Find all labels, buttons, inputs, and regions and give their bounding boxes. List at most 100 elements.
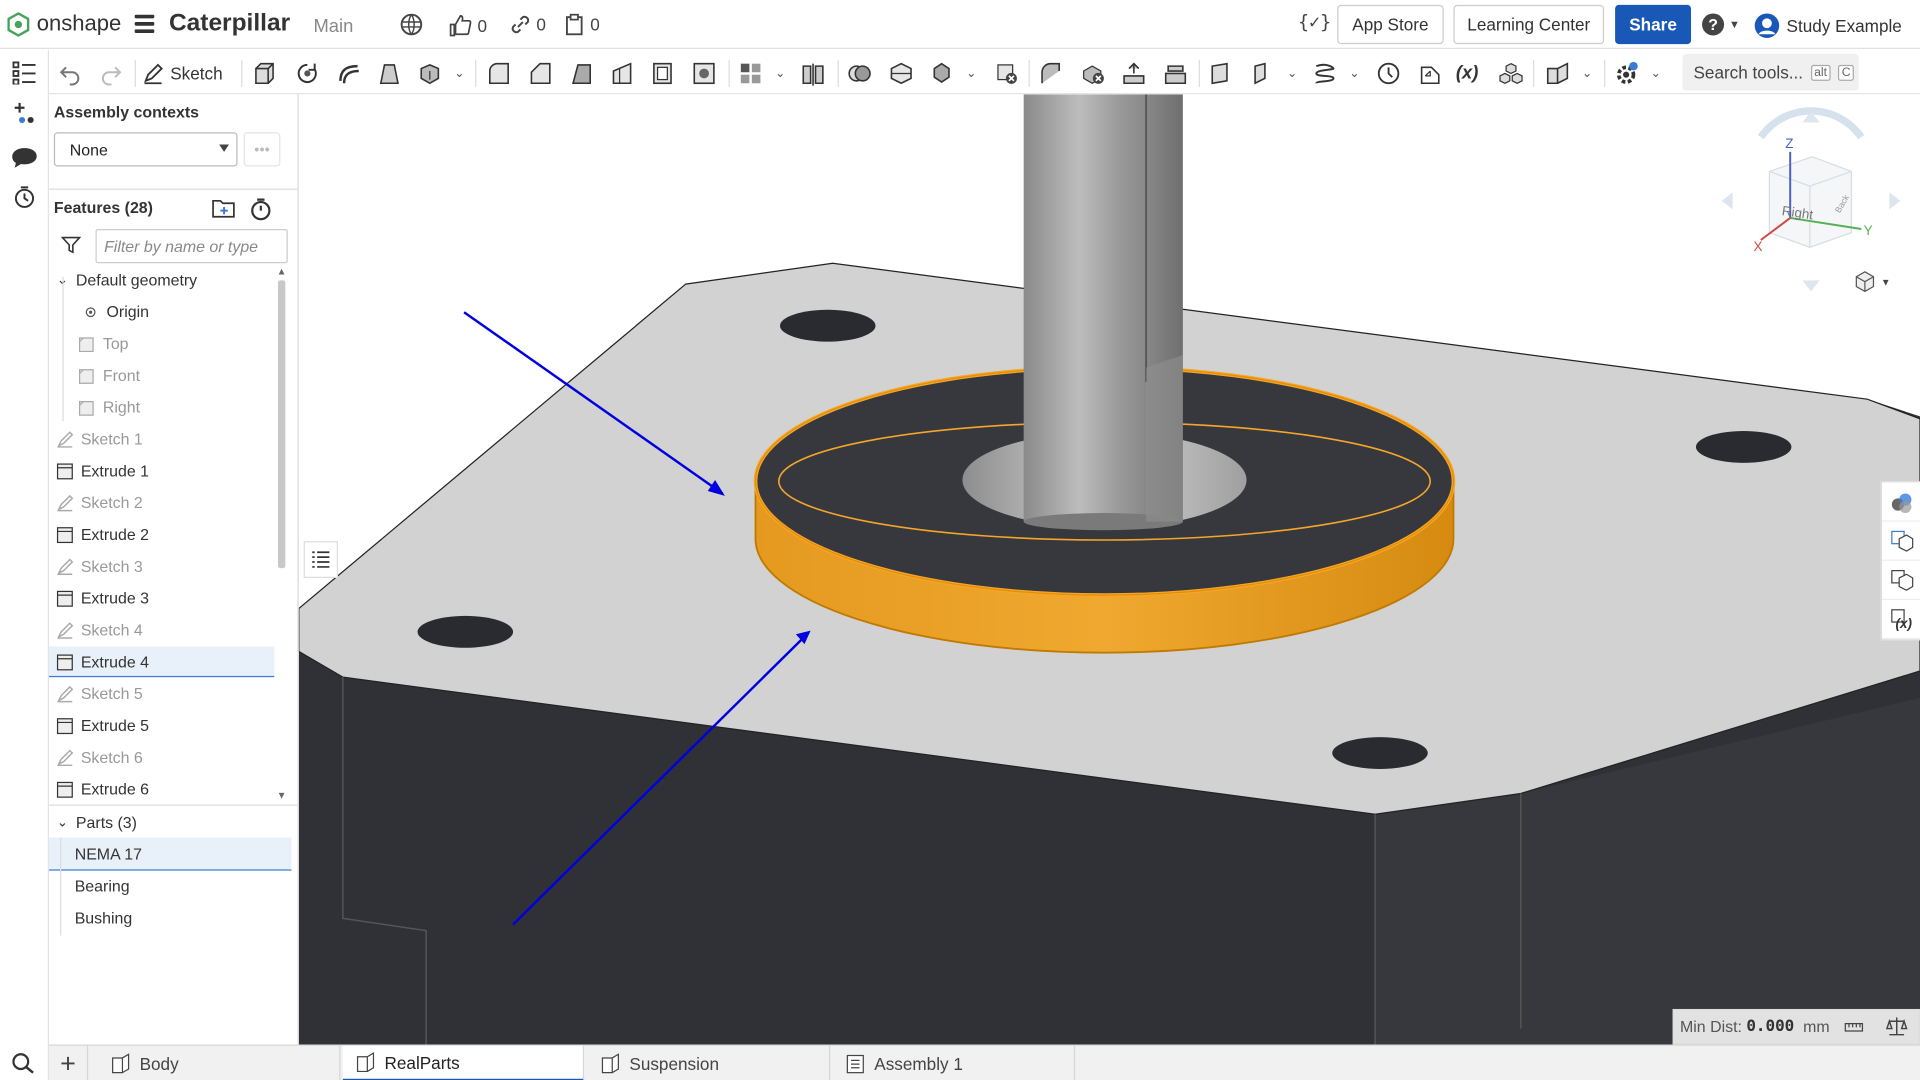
feature-plane-front[interactable]: Front — [49, 360, 274, 391]
document-name[interactable]: Caterpillar — [169, 10, 290, 38]
extrude-icon[interactable] — [252, 61, 276, 85]
add-folder-icon[interactable] — [212, 197, 236, 225]
replace-face-icon[interactable] — [1163, 61, 1187, 85]
sheet-metal-icon[interactable] — [1545, 61, 1569, 85]
redo-icon[interactable] — [99, 61, 123, 86]
ruler-icon[interactable] — [1843, 1016, 1865, 1039]
part-item[interactable]: NEMA 17 — [48, 837, 292, 870]
feature-tree-icon[interactable] — [11, 60, 38, 91]
variables-panel-icon[interactable]: (x) — [1882, 600, 1920, 640]
sketch-button[interactable]: Sketch — [142, 58, 223, 90]
mirror-icon[interactable] — [801, 61, 825, 86]
feature-extrude-2[interactable]: Extrude 2 — [49, 519, 274, 550]
search-tools-button[interactable]: Search tools... alt C — [1682, 53, 1859, 91]
comments-icon[interactable] — [11, 146, 38, 177]
chevron-down-icon[interactable]: ⌄ — [966, 67, 976, 80]
versions[interactable]: 0 — [563, 13, 600, 36]
tab-body[interactable]: Body — [98, 1045, 341, 1080]
links[interactable]: 0 — [509, 13, 546, 35]
feature-extrude-3[interactable]: Extrude 3 — [49, 583, 274, 614]
part-item[interactable]: Bushing — [49, 901, 291, 933]
feature-group-default-geometry[interactable]: ⌄Default geometry — [49, 264, 274, 295]
likes[interactable]: 0 — [448, 13, 487, 37]
chevron-down-icon[interactable]: ⌄ — [1349, 67, 1359, 80]
feature-filter-input[interactable]: Filter by name or type — [95, 228, 288, 264]
mounting-hole[interactable] — [780, 309, 876, 342]
search-help-icon[interactable] — [11, 1052, 38, 1080]
parts-header[interactable]: ⌄ Parts (3) — [49, 806, 299, 838]
chevron-down-icon[interactable]: ⌄ — [1582, 67, 1592, 80]
sweep-icon[interactable] — [337, 61, 361, 85]
feature-extrude-1[interactable]: Extrude 1 — [49, 456, 274, 487]
menu-icon[interactable] — [134, 14, 155, 34]
feature-plane-top[interactable]: Top — [49, 328, 274, 359]
3d-model-view[interactable] — [298, 94, 1920, 1045]
mounting-hole[interactable] — [1695, 431, 1792, 463]
boolean-icon[interactable] — [847, 61, 871, 85]
modify-fillet-icon[interactable] — [1038, 61, 1062, 85]
app-store-button[interactable]: App Store — [1337, 4, 1444, 45]
draft-icon[interactable] — [569, 61, 593, 85]
help-menu[interactable]: ? ▼ — [1701, 12, 1740, 36]
appearance-icon[interactable] — [1882, 482, 1920, 522]
hole-icon[interactable] — [692, 61, 716, 85]
helix-icon[interactable] — [1313, 61, 1337, 85]
part-item[interactable]: Bearing — [49, 869, 291, 901]
linear-pattern-icon[interactable] — [738, 61, 762, 85]
feature-list-toggle[interactable] — [303, 541, 338, 578]
feature-sketch-4[interactable]: Sketch 4 — [49, 615, 274, 646]
delete-face-icon[interactable] — [1081, 61, 1105, 85]
feature-sketch-5[interactable]: Sketch 5 — [49, 678, 274, 709]
plane-icon[interactable] — [1209, 61, 1233, 85]
fillet-icon[interactable] — [486, 61, 510, 85]
onshape-logo[interactable]: onshape — [7, 11, 121, 37]
share-button[interactable]: Share — [1615, 4, 1692, 45]
feature-sketch-6[interactable]: Sketch 6 — [49, 742, 274, 773]
add-tab-button[interactable]: + — [49, 1045, 89, 1080]
more-options-button[interactable]: ••• — [243, 132, 281, 167]
feature-sketch-3[interactable]: Sketch 3 — [49, 551, 274, 582]
learning-center-button[interactable]: Learning Center — [1453, 4, 1605, 45]
branch-name[interactable]: Main — [313, 16, 353, 37]
feature-extrude-5[interactable]: Extrude 5 — [49, 710, 274, 741]
mounting-hole[interactable] — [417, 615, 514, 648]
featurescript-icon[interactable]: {✓} — [1298, 11, 1331, 33]
filter-icon[interactable] — [60, 235, 82, 261]
history-icon[interactable] — [12, 185, 36, 216]
view-options-menu[interactable]: ▼ — [1854, 271, 1891, 293]
feature-origin[interactable]: Origin — [49, 296, 274, 327]
rollback-timer-icon[interactable] — [250, 197, 272, 228]
feature-extrude-4[interactable]: Extrude 4 — [48, 646, 275, 678]
tab-assembly-1[interactable]: Assembly 1 — [833, 1045, 1076, 1080]
feature-sketch-2[interactable]: Sketch 2 — [49, 487, 274, 518]
feature-list-scrollbar[interactable]: ▲ ▼ — [276, 266, 288, 805]
feature-extrude-6[interactable]: Extrude 6 — [49, 774, 274, 805]
user-menu[interactable]: Study Example — [1753, 12, 1902, 39]
mass-properties-icon[interactable] — [1882, 561, 1920, 601]
revolve-icon[interactable] — [295, 61, 319, 85]
chamfer-icon[interactable] — [528, 61, 552, 85]
loft-icon[interactable] — [377, 61, 401, 85]
split-icon[interactable] — [889, 61, 913, 85]
scale-icon[interactable] — [1885, 1015, 1908, 1041]
chevron-down-icon[interactable]: ⌄ — [775, 67, 785, 80]
chevron-down-icon[interactable]: ⌄ — [1651, 67, 1661, 80]
rib-icon[interactable] — [610, 61, 634, 85]
custom-features-icon[interactable] — [1614, 61, 1638, 85]
graphics-viewport[interactable]: Z Y X Right Back ▼ — [298, 94, 1920, 1045]
tab-suspension[interactable]: Suspension — [588, 1045, 831, 1080]
chevron-down-icon[interactable]: ⌄ — [1287, 67, 1297, 80]
mounting-hole[interactable] — [1332, 737, 1428, 769]
feature-sketch-1[interactable]: Sketch 1 — [49, 424, 274, 455]
thicken-icon[interactable] — [418, 61, 442, 85]
chevron-down-icon[interactable]: ⌄ — [454, 67, 464, 80]
delete-part-icon[interactable] — [994, 61, 1018, 85]
globe-icon[interactable] — [399, 12, 423, 43]
variable-icon[interactable]: (x) — [1456, 62, 1478, 83]
measure-icon[interactable] — [1376, 61, 1400, 85]
tab-realparts[interactable]: RealParts — [342, 1045, 585, 1080]
feature-plane-right[interactable]: Right — [49, 392, 274, 423]
mate-connector-icon[interactable] — [1250, 61, 1274, 85]
derived-icon[interactable] — [1418, 61, 1442, 85]
move-face-icon[interactable] — [1122, 61, 1146, 85]
